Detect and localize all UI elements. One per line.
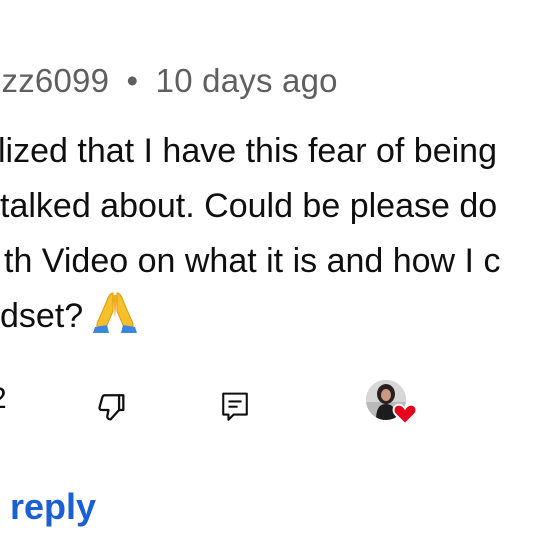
comment-text-last: dset? <box>0 297 84 335</box>
like-count: 2 <box>0 382 7 416</box>
heart-icon <box>392 402 418 431</box>
comment-text-line: dset? <box>0 289 560 350</box>
meta-separator: • <box>126 62 139 99</box>
thumbs-down-icon[interactable] <box>95 391 129 430</box>
creator-heart-badge <box>366 380 418 426</box>
comment-text-line: talked about. Could be please do <box>0 187 498 225</box>
comment-text-line: th Video on what it is and how I c <box>4 242 501 280</box>
comment-reply-icon[interactable] <box>219 391 251 430</box>
comment-header: izz6099 • 10 days ago <box>0 62 338 100</box>
comment-text-line: lized that I have this fear of being <box>0 132 497 170</box>
view-reply-link[interactable]: v reply <box>0 486 96 528</box>
folded-hands-emoji <box>91 289 139 350</box>
comment-thread-item: izz6099 • 10 days ago lized that I have … <box>0 0 560 560</box>
comment-timestamp[interactable]: 10 days ago <box>156 62 338 99</box>
comment-text: lized that I have this fear of being tal… <box>0 124 560 350</box>
comment-action-bar: 2 <box>0 378 560 438</box>
comment-author[interactable]: izz6099 <box>0 62 109 99</box>
